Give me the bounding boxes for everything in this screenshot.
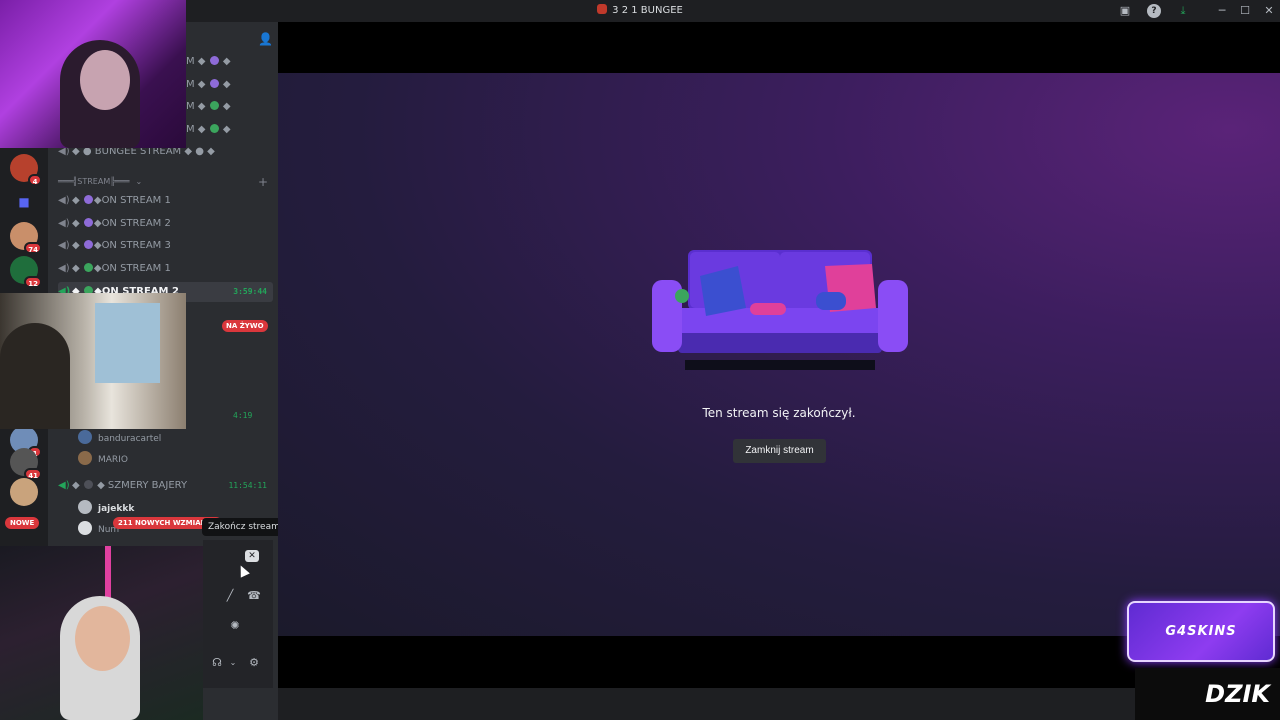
voice-user[interactable]: MARIO <box>78 451 128 469</box>
voice-channel-on-stream[interactable]: ◀) ◆ ◆ON STREAM 2 <box>58 214 273 234</box>
category-stream[interactable]: ═══╣STREAM╠═══ ⌄ + <box>58 172 273 192</box>
status-dot <box>83 218 93 227</box>
noise-suppression-icon[interactable]: ╱ <box>221 588 239 604</box>
webcam-overlay-3 <box>0 546 203 720</box>
help-icon[interactable]: ? <box>1147 4 1161 18</box>
status-dot <box>209 79 219 88</box>
speaker-icon: ◀) <box>58 218 70 229</box>
avatar <box>78 500 92 514</box>
dzik-logo: DZIK <box>1135 668 1280 720</box>
speaker-icon: ◀) <box>58 480 70 491</box>
server-icon[interactable]: 12 <box>10 256 42 288</box>
close-icon[interactable]: ✕ <box>1262 4 1276 18</box>
voice-user[interactable]: banduracartel <box>78 430 161 448</box>
status-dot <box>83 263 93 272</box>
server-icon[interactable] <box>10 478 38 506</box>
add-channel-icon[interactable]: + <box>258 172 268 192</box>
speaker-icon: ◀) <box>58 240 70 251</box>
voice-channel-on-stream[interactable]: ◀) ◆ ◆ON STREAM 1 <box>58 191 273 211</box>
status-dot <box>209 101 219 110</box>
server-icon <box>597 4 608 14</box>
webcam-overlay-2 <box>0 293 186 429</box>
maximize-icon[interactable]: ☐ <box>1238 4 1252 18</box>
chevron-down-icon[interactable]: ⌄ <box>224 655 242 671</box>
status-dot <box>209 56 219 65</box>
screen-share-icon[interactable]: ▣ <box>1118 4 1132 18</box>
status-dot <box>83 195 93 204</box>
stream-ended-message: Ten stream się zakończył. <box>702 406 856 420</box>
server-icon[interactable]: 4 <box>10 154 42 186</box>
voice-channel-on-stream[interactable]: ◀) ◆ ◆ON STREAM 3 <box>58 236 273 256</box>
minimize-icon[interactable]: ─ <box>1215 4 1229 18</box>
disconnect-icon[interactable]: ☎ <box>245 588 263 604</box>
add-friend-icon[interactable]: 👤 <box>258 32 273 46</box>
status-dot <box>83 480 93 489</box>
gear-icon[interactable]: ⚙ <box>245 655 263 671</box>
bottom-bar <box>278 688 1280 720</box>
title-bar: 3 2 1 BUNGEE ▣ ? ⤓ ─ ☐ ✕ <box>0 0 1280 22</box>
status-dot <box>83 240 93 249</box>
server-icon[interactable]: 74 <box>10 222 42 254</box>
folder-icon[interactable]: ■ <box>10 188 38 216</box>
download-icon[interactable]: ⤓ <box>1176 4 1190 18</box>
couch-illustration <box>652 250 908 370</box>
avatar <box>78 451 92 465</box>
speaker-icon: ◀) <box>58 195 70 206</box>
server-icon[interactable]: 41 <box>10 448 42 480</box>
speaker-icon: ◀) <box>58 263 70 274</box>
webcam-overlay-1 <box>0 0 186 148</box>
voice-channel-on-stream[interactable]: ◀) ◆ ◆ON STREAM 1 <box>58 259 273 279</box>
voice-controls: ✕ ╱ ☎ ✺ ☊ ⌄ ⚙ <box>203 540 273 688</box>
g4skins-logo: G4SKINS <box>1127 601 1275 662</box>
live-badge: NA ŻYWO <box>222 320 268 332</box>
status-dot <box>209 124 219 133</box>
avatar <box>78 521 92 535</box>
voice-user[interactable]: jajekkk <box>78 500 134 518</box>
window-title: 3 2 1 BUNGEE <box>0 4 1280 16</box>
soundboard-icon[interactable]: ✺ <box>226 618 244 634</box>
voice-channel-szmery[interactable]: ◀) ◆ ◆ SZMERY BAJERY 11:54:11 <box>58 476 273 496</box>
close-stream-button[interactable]: Zamknij stream <box>733 439 826 463</box>
new-badge[interactable]: NOWE <box>5 517 40 529</box>
avatar <box>78 430 92 444</box>
stop-stream-icon[interactable]: ✕ <box>245 550 259 562</box>
